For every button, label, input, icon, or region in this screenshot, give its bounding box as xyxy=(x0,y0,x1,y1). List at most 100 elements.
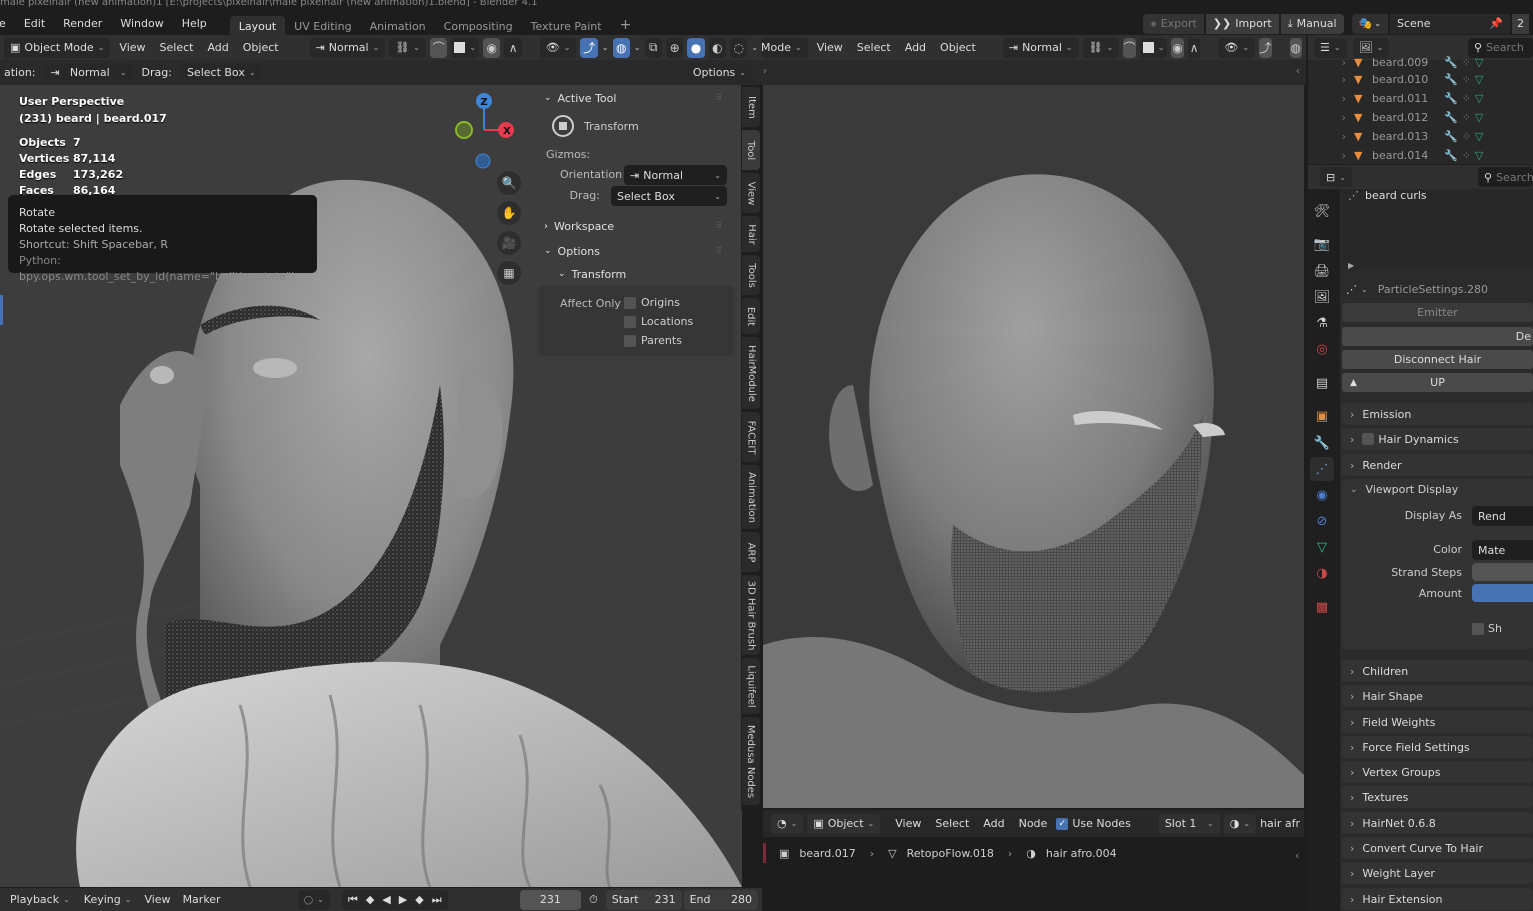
physics-icon[interactable]: ◉ xyxy=(1310,483,1334,507)
menu-view[interactable]: View xyxy=(139,893,175,906)
particles-icon[interactable]: ⋰ xyxy=(1310,457,1334,481)
menu-node[interactable]: Node xyxy=(1014,817,1053,830)
shader-node-area[interactable]: ▣ beard.017 › ▽ RetopoFlow.018 › ◑ hair … xyxy=(763,837,1304,911)
hair-dynamics-checkbox[interactable] xyxy=(1362,433,1375,445)
section-field-weights[interactable]: › Field Weights xyxy=(1342,711,1533,733)
visibility-dropdown[interactable]: 👁 ⌄ xyxy=(1218,37,1256,58)
locations-checkbox[interactable]: Locations xyxy=(624,315,693,328)
drag-handle-icon[interactable]: ⠿ xyxy=(716,93,722,102)
options-dropdown[interactable]: Options ⌄ xyxy=(686,62,752,83)
outliner-row[interactable]: › ▼ beard.013 🔧 ⁘ ▽ xyxy=(1308,127,1533,146)
drag-handle-icon[interactable]: ⠿ xyxy=(716,221,722,230)
export-button[interactable]: ⚹ Export xyxy=(1143,13,1204,34)
expand-sidebar-icon[interactable]: ‹ xyxy=(1295,849,1299,862)
sidebar-tab-faceit[interactable]: FACEIT xyxy=(742,412,760,462)
particles-icon[interactable]: ⁘ xyxy=(1462,73,1471,86)
proportional-edit-icon[interactable]: ◉ xyxy=(483,37,501,58)
menu-edit[interactable]: Edit xyxy=(15,17,54,30)
gizmo-y-axis[interactable] xyxy=(455,121,473,139)
sidebar-tab-liquifeel[interactable]: Liquifeel xyxy=(742,658,760,714)
grid-perspective-icon[interactable]: ▦ xyxy=(497,261,521,285)
falloff-icon[interactable]: ∧ xyxy=(504,37,522,58)
menu-view[interactable]: View xyxy=(114,41,150,54)
gizmo-toggle-icon[interactable]: ⤴ xyxy=(1259,37,1272,58)
zoom-icon[interactable]: 🔍 xyxy=(497,171,521,195)
mesh-data-icon[interactable]: ▽ xyxy=(1475,149,1483,162)
xray-toggle-icon[interactable]: ⧉ xyxy=(644,37,662,58)
playback-dropdown[interactable]: Playback ⌄ xyxy=(4,889,76,910)
view-layer-count[interactable]: 2 xyxy=(1512,13,1529,34)
section-hairnet[interactable]: › HairNet 0.6.8 xyxy=(1342,812,1533,834)
menu-select[interactable]: Select xyxy=(155,41,199,54)
editor-type-dropdown[interactable]: ◔ ⌄ xyxy=(771,813,804,834)
menu-help[interactable]: Help xyxy=(173,17,216,30)
pin-icon[interactable]: 📌 xyxy=(1489,17,1503,30)
tab-texture-paint[interactable]: Texture Paint xyxy=(522,16,611,37)
gizmo-orientation-dropdown[interactable]: ⇥ Normal ⌄ xyxy=(624,165,727,185)
transform-orientation-dropdown[interactable]: ⇥ Normal ⌄ xyxy=(309,37,386,58)
sidebar-tab-tools[interactable]: Tools xyxy=(742,255,760,295)
section-textures[interactable]: › Textures xyxy=(1342,786,1533,808)
output-icon[interactable]: 🖨 xyxy=(1310,259,1334,283)
overlay-toggle-icon[interactable]: ◍ xyxy=(612,37,630,58)
mesh-data-icon[interactable]: ▽ xyxy=(1475,111,1483,124)
left-region-edge[interactable] xyxy=(763,843,766,863)
strand-steps-field[interactable] xyxy=(1472,563,1533,581)
solid-shading-icon[interactable]: ● xyxy=(687,37,705,58)
parents-checkbox[interactable]: Parents xyxy=(624,334,682,347)
constraints-icon[interactable]: ⊘ xyxy=(1310,509,1334,533)
snap-toggle-icon[interactable]: ⌒ xyxy=(1123,37,1136,58)
shading-dropdown[interactable]: ⌄ xyxy=(751,43,758,52)
material-name-field[interactable]: hair afr xyxy=(1260,817,1300,830)
visibility-dropdown[interactable]: 👁 ⌄ xyxy=(539,37,577,58)
particles-icon[interactable]: ⁘ xyxy=(1462,149,1471,162)
mesh-data-icon[interactable]: ▽ xyxy=(1475,73,1483,86)
material-icon[interactable]: ◑ xyxy=(1310,561,1334,585)
menu-view[interactable]: View xyxy=(812,41,848,54)
tab-layout[interactable]: Layout xyxy=(229,16,286,37)
sidebar-tab-item[interactable]: Item xyxy=(742,87,760,127)
menu-window[interactable]: Window xyxy=(111,17,172,30)
use-nodes-checkbox[interactable]: ✓ Use Nodes xyxy=(1056,817,1131,830)
section-emission[interactable]: › Emission xyxy=(1342,403,1533,425)
camera-icon[interactable]: 🎥 xyxy=(497,231,521,255)
menu-select[interactable]: Select xyxy=(930,817,974,830)
sidebar-tab-arp[interactable]: ARP xyxy=(742,532,760,572)
tab-animation[interactable]: Animation xyxy=(361,16,435,37)
particle-system-list[interactable]: ⋰ beard curls ▶ xyxy=(1342,189,1533,270)
collection-icon[interactable]: ▤ xyxy=(1310,371,1334,395)
scene-icon[interactable]: ⚗ xyxy=(1310,311,1334,335)
keying-dropdown[interactable]: Keying ⌄ xyxy=(77,889,138,910)
pivot-point-dropdown[interactable]: ⛓ ⌄ xyxy=(389,37,426,58)
transform-orientation-dropdown[interactable]: ⇥ Normal ⌄ xyxy=(1002,37,1079,58)
end-frame-field[interactable]: End 280 xyxy=(683,889,758,910)
object-mode-dropdown[interactable]: ▣ Object Mode ⌄ xyxy=(4,37,111,58)
gizmo-drag-dropdown[interactable]: Select Box ⌄ xyxy=(611,186,727,206)
transform-subheader[interactable]: ⌄ Transform xyxy=(558,263,626,285)
particles-icon[interactable]: ⁘ xyxy=(1462,56,1471,69)
drag-dropdown[interactable]: Select Box ⌄ xyxy=(180,62,262,83)
sidebar-tab-animation[interactable]: Animation xyxy=(742,465,760,529)
overlay-dropdown[interactable]: ⌄ xyxy=(634,43,641,52)
outliner-row[interactable]: › ▼ beard.012 🔧 ⁘ ▽ xyxy=(1308,108,1533,127)
mesh-data-icon[interactable]: ▽ xyxy=(1475,92,1483,105)
menu-view[interactable]: View xyxy=(890,817,926,830)
world-icon[interactable]: ◎ xyxy=(1310,337,1334,361)
menu-marker[interactable]: Marker xyxy=(178,893,226,906)
gizmo-dropdown[interactable]: ⌄ xyxy=(602,43,609,52)
mesh-data-icon[interactable]: ▽ xyxy=(1475,130,1483,143)
modifier-wrench-icon[interactable]: 🔧 xyxy=(1444,149,1458,162)
menu-render[interactable]: Render xyxy=(54,17,111,30)
drag-handle-icon[interactable]: ⠿ xyxy=(716,246,722,255)
snap-toggle-icon[interactable]: ⌒ xyxy=(429,37,448,58)
sidebar-tab-edit[interactable]: Edit xyxy=(742,298,760,334)
stopwatch-icon[interactable]: ⏱ xyxy=(583,889,604,910)
origins-checkbox[interactable]: Origins xyxy=(624,296,680,309)
material-browse-dropdown[interactable]: ◑ ⌄ xyxy=(1223,813,1257,834)
menu-file[interactable]: le xyxy=(0,17,15,30)
modifier-wrench-icon[interactable]: 🔧 xyxy=(1444,56,1458,69)
material-shading-icon[interactable]: ◐ xyxy=(708,37,726,58)
snap-target-dropdown[interactable]: ⌄ xyxy=(451,37,480,58)
import-button[interactable]: ❯❯ Import xyxy=(1205,13,1279,34)
section-convert-curve-to-hair[interactable]: › Convert Curve To Hair xyxy=(1342,837,1533,859)
